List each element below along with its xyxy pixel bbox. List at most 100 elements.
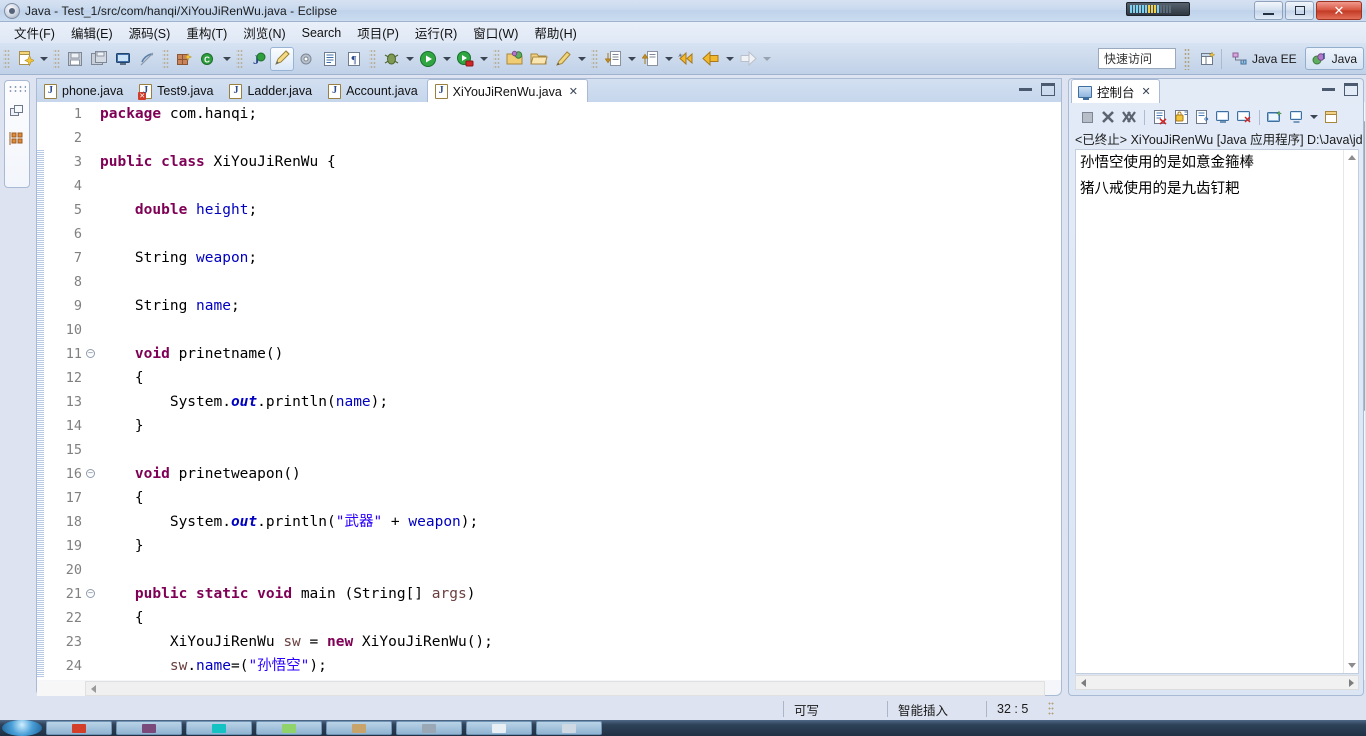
folding-ruler[interactable] [85, 102, 98, 680]
new-class-icon[interactable]: C [196, 47, 220, 71]
link-with-editor-icon[interactable] [135, 47, 159, 71]
code-line[interactable] [100, 222, 1061, 246]
save-all-icon[interactable] [87, 47, 111, 71]
perspective-java-ee[interactable]: Java EE [1226, 47, 1303, 70]
menu-edit[interactable]: 编辑(E) [63, 21, 121, 44]
taskbar-item[interactable] [186, 721, 252, 735]
code-line[interactable]: public class XiYouJiRenWu { [100, 150, 1061, 174]
new-wizard-icon[interactable] [13, 47, 37, 71]
package-explorer-restore-icon[interactable] [8, 102, 26, 120]
toolbar-grip-2[interactable] [53, 47, 60, 70]
editor-tab-test9[interactable]: ✕ Test9.java [132, 80, 222, 102]
run-icon[interactable] [416, 47, 440, 71]
menu-navigate[interactable]: 浏览(N) [235, 21, 293, 44]
annotate-pen-icon[interactable] [551, 47, 575, 71]
code-line[interactable]: void prinetname() [100, 342, 1061, 366]
code-line[interactable]: { [100, 606, 1061, 630]
editor-tab-phone[interactable]: phone.java [37, 80, 132, 102]
code-line[interactable] [100, 174, 1061, 198]
status-grip[interactable] [1048, 701, 1055, 717]
code-line[interactable] [100, 558, 1061, 582]
console-scroll-left-icon[interactable] [1077, 677, 1089, 689]
new-class-dropdown-icon[interactable] [220, 47, 233, 71]
code-line[interactable]: String weapon; [100, 246, 1061, 270]
menu-help[interactable]: 帮助(H) [526, 21, 584, 44]
code-line[interactable]: void prinetweapon() [100, 462, 1061, 486]
code-line[interactable] [100, 318, 1061, 342]
code-line[interactable]: System.out.println(name); [100, 390, 1061, 414]
taskbar-item[interactable] [116, 721, 182, 735]
editor-tab-close-icon[interactable]: ✕ [569, 85, 578, 98]
quick-access-input[interactable]: 快速访问 [1098, 48, 1176, 69]
code-line[interactable]: sw.name=("孙悟空"); [100, 654, 1061, 678]
console-scroll-right-icon[interactable] [1345, 677, 1357, 689]
coverage-icon[interactable] [453, 47, 477, 71]
editor-minimize-icon[interactable] [1019, 88, 1032, 91]
editor-maximize-icon[interactable] [1041, 83, 1055, 96]
taskbar-item[interactable] [326, 721, 392, 735]
code-line[interactable]: public static void main (String[] args) [100, 582, 1061, 606]
toolbar-grip-3[interactable] [162, 47, 169, 70]
taskbar-item[interactable] [256, 721, 322, 735]
menu-source[interactable]: 源码(S) [121, 21, 179, 44]
toggle-block-selection-icon[interactable] [318, 47, 342, 71]
next-annotation-dropdown-icon[interactable] [625, 47, 638, 71]
show-whitespace-icon[interactable]: ¶ [342, 47, 366, 71]
word-wrap-icon[interactable] [1192, 107, 1212, 127]
debug-dropdown-icon[interactable] [403, 47, 416, 71]
save-icon[interactable] [63, 47, 87, 71]
console-tab-close-icon[interactable]: ✕ [1142, 85, 1151, 98]
new-java-project-icon[interactable] [503, 47, 527, 71]
console-scroll-down-icon[interactable] [1344, 658, 1358, 673]
terminate-icon[interactable] [1077, 107, 1097, 127]
toolbar-grip-5[interactable] [369, 47, 376, 70]
new-wizard-dropdown-icon[interactable] [37, 47, 50, 71]
display-console-icon[interactable] [1234, 107, 1254, 127]
console-maximize-icon[interactable] [1344, 83, 1358, 96]
menu-file[interactable]: 文件(F) [6, 21, 63, 44]
code-line[interactable]: } [100, 414, 1061, 438]
code-line[interactable] [100, 270, 1061, 294]
console-horizontal-scrollbar[interactable] [1075, 675, 1359, 690]
print-icon[interactable] [111, 47, 135, 71]
code-line[interactable]: { [100, 486, 1061, 510]
debug-icon[interactable] [379, 47, 403, 71]
back-dropdown-icon[interactable] [723, 47, 736, 71]
code-line[interactable]: double height; [100, 198, 1061, 222]
window-minimize-button[interactable] [1254, 1, 1283, 20]
toolbar-grip-6[interactable] [493, 47, 500, 70]
code-editor[interactable]: 1 2 3 4 5 6 7 8 9 10 11 12 13 14 15 16 17 18 19 20 21 22 23 24 … [37, 102, 1061, 680]
fold-collapse-icon[interactable] [86, 469, 95, 478]
menu-search[interactable]: Search [294, 24, 350, 42]
editor-tab-ladder[interactable]: Ladder.java [222, 80, 321, 102]
remove-all-terminated-icon[interactable] [1119, 107, 1139, 127]
taskbar-item[interactable] [466, 721, 532, 735]
open-console-icon[interactable] [1265, 107, 1285, 127]
code-line[interactable] [100, 126, 1061, 150]
pin-console-icon[interactable] [1213, 107, 1233, 127]
editor-tab-xiyoujirenwu[interactable]: XiYouJiRenWu.java ✕ [426, 79, 588, 103]
code-line[interactable] [100, 438, 1061, 462]
toolbar-grip-4[interactable] [236, 47, 243, 70]
toolbar-grip-7[interactable] [591, 47, 598, 70]
external-tools-icon[interactable] [294, 47, 318, 71]
toolbar-grip[interactable] [3, 47, 10, 70]
code-line[interactable]: System.out.println("武器" + weapon); [100, 510, 1061, 534]
code-line[interactable]: package com.hanqi; [100, 102, 1061, 126]
outline-restore-icon[interactable] [8, 130, 26, 148]
start-button[interactable] [2, 720, 42, 736]
remove-launch-icon[interactable] [1098, 107, 1118, 127]
source-code-text[interactable]: package com.hanqi; public class XiYouJiR… [100, 102, 1061, 680]
perspective-grip[interactable] [1184, 48, 1190, 70]
run-dropdown-icon[interactable] [440, 47, 453, 71]
new-package-icon[interactable] [172, 47, 196, 71]
console-tab[interactable]: 控制台 ✕ [1071, 79, 1160, 103]
editor-horizontal-scrollbar[interactable] [85, 681, 1045, 696]
code-line[interactable]: { [100, 366, 1061, 390]
previous-annotation-icon[interactable] [638, 47, 662, 71]
console-scroll-up-icon[interactable] [1344, 150, 1358, 165]
rail-grip[interactable] [8, 85, 26, 92]
annotate-dropdown-icon[interactable] [575, 47, 588, 71]
menu-project[interactable]: 项目(P) [349, 21, 407, 44]
open-perspective-icon[interactable] [1198, 48, 1220, 70]
